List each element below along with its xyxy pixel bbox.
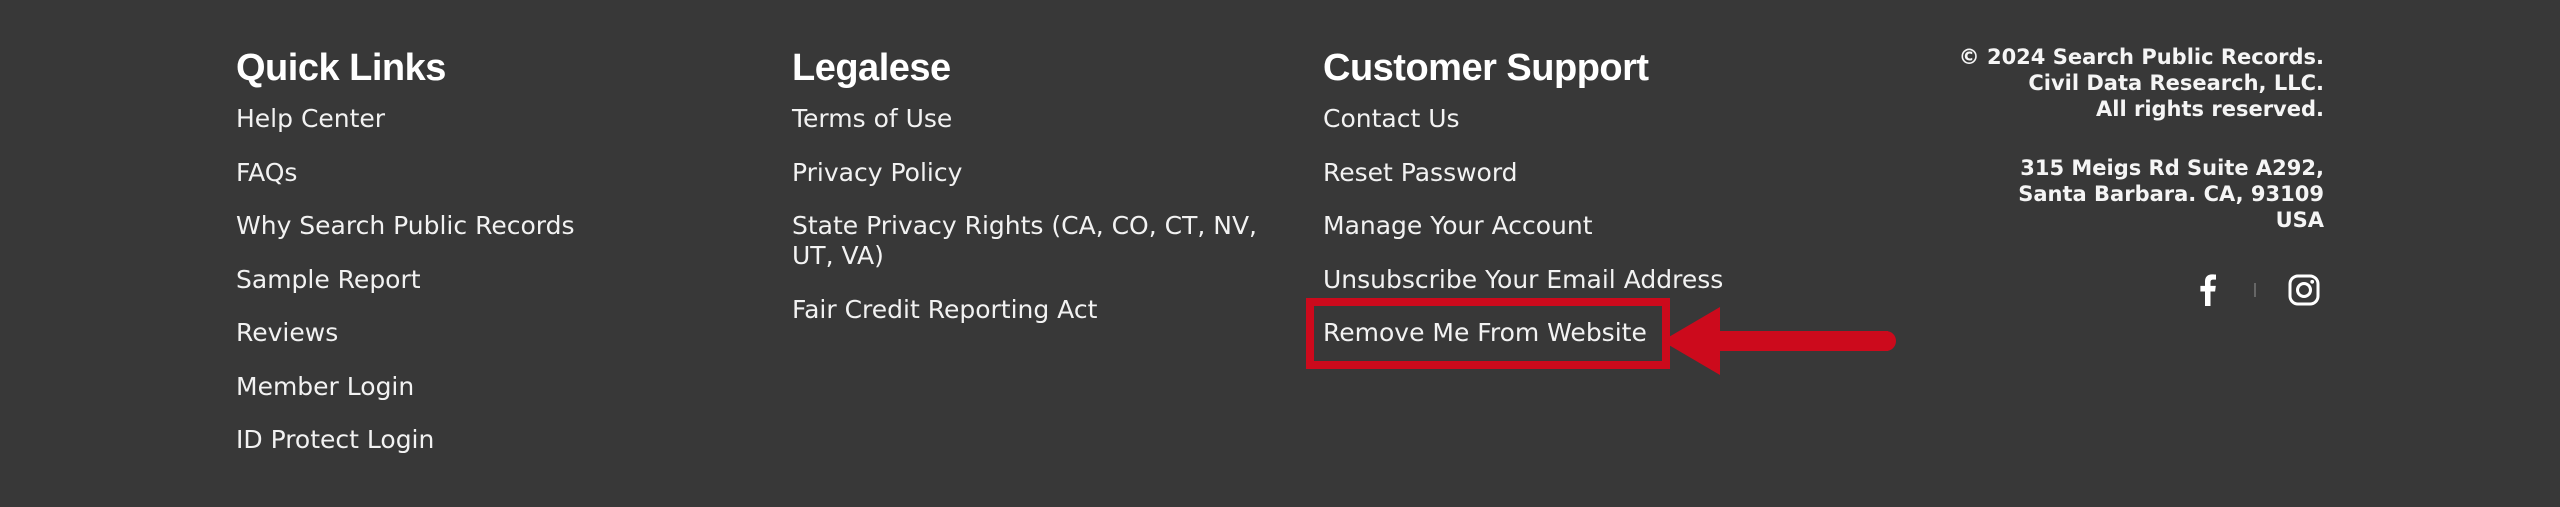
state-privacy-rights-link[interactable]: State Privacy Rights (CA, CO, CT, NV, UT… bbox=[792, 211, 1272, 271]
facebook-icon bbox=[2200, 274, 2216, 306]
sample-report-link[interactable]: Sample Report bbox=[236, 265, 736, 295]
reviews-link[interactable]: Reviews bbox=[236, 318, 736, 348]
address-country-line: USA bbox=[2275, 208, 2324, 232]
unsubscribe-email-link[interactable]: Unsubscribe Your Email Address bbox=[1323, 265, 1843, 295]
contact-us-link[interactable]: Contact Us bbox=[1323, 104, 1843, 134]
id-protect-login-link[interactable]: ID Protect Login bbox=[236, 425, 736, 455]
address-street-line: 315 Meigs Rd Suite A292, bbox=[2020, 156, 2324, 180]
privacy-policy-link[interactable]: Privacy Policy bbox=[792, 158, 1272, 188]
quick-links-column: Quick Links Help Center FAQs Why Search … bbox=[236, 44, 736, 479]
site-footer: Quick Links Help Center FAQs Why Search … bbox=[0, 0, 2560, 507]
arrow-annotation-icon bbox=[1662, 307, 1896, 375]
terms-of-use-link[interactable]: Terms of Use bbox=[792, 104, 1272, 134]
company-name-line: Civil Data Research, LLC. bbox=[2028, 71, 2324, 95]
copyright-line: © 2024 Search Public Records. bbox=[1958, 45, 2324, 69]
manage-your-account-link[interactable]: Manage Your Account bbox=[1323, 211, 1843, 241]
faqs-link[interactable]: FAQs bbox=[236, 158, 736, 188]
social-divider bbox=[2254, 283, 2256, 297]
help-center-link[interactable]: Help Center bbox=[236, 104, 736, 134]
fair-credit-reporting-act-link[interactable]: Fair Credit Reporting Act bbox=[792, 295, 1272, 325]
customer-support-heading: Customer Support bbox=[1323, 47, 1649, 89]
why-search-public-records-link[interactable]: Why Search Public Records bbox=[236, 211, 736, 241]
instagram-link[interactable] bbox=[2284, 270, 2324, 310]
company-info: © 2024 Search Public Records. Civil Data… bbox=[1904, 44, 2324, 233]
rights-reserved-line: All rights reserved. bbox=[2096, 97, 2324, 121]
reset-password-link[interactable]: Reset Password bbox=[1323, 158, 1843, 188]
facebook-link[interactable] bbox=[2188, 270, 2228, 310]
quick-links-heading: Quick Links bbox=[236, 47, 446, 89]
social-links bbox=[2188, 270, 2324, 310]
instagram-icon bbox=[2288, 274, 2320, 306]
member-login-link[interactable]: Member Login bbox=[236, 372, 736, 402]
legalese-heading: Legalese bbox=[792, 47, 951, 89]
address-city-line: Santa Barbara. CA, 93109 bbox=[2018, 182, 2324, 206]
legalese-list: Terms of Use Privacy Policy State Privac… bbox=[792, 104, 1292, 325]
legalese-column: Legalese Terms of Use Privacy Policy Sta… bbox=[792, 44, 1292, 348]
quick-links-list: Help Center FAQs Why Search Public Recor… bbox=[236, 104, 736, 455]
